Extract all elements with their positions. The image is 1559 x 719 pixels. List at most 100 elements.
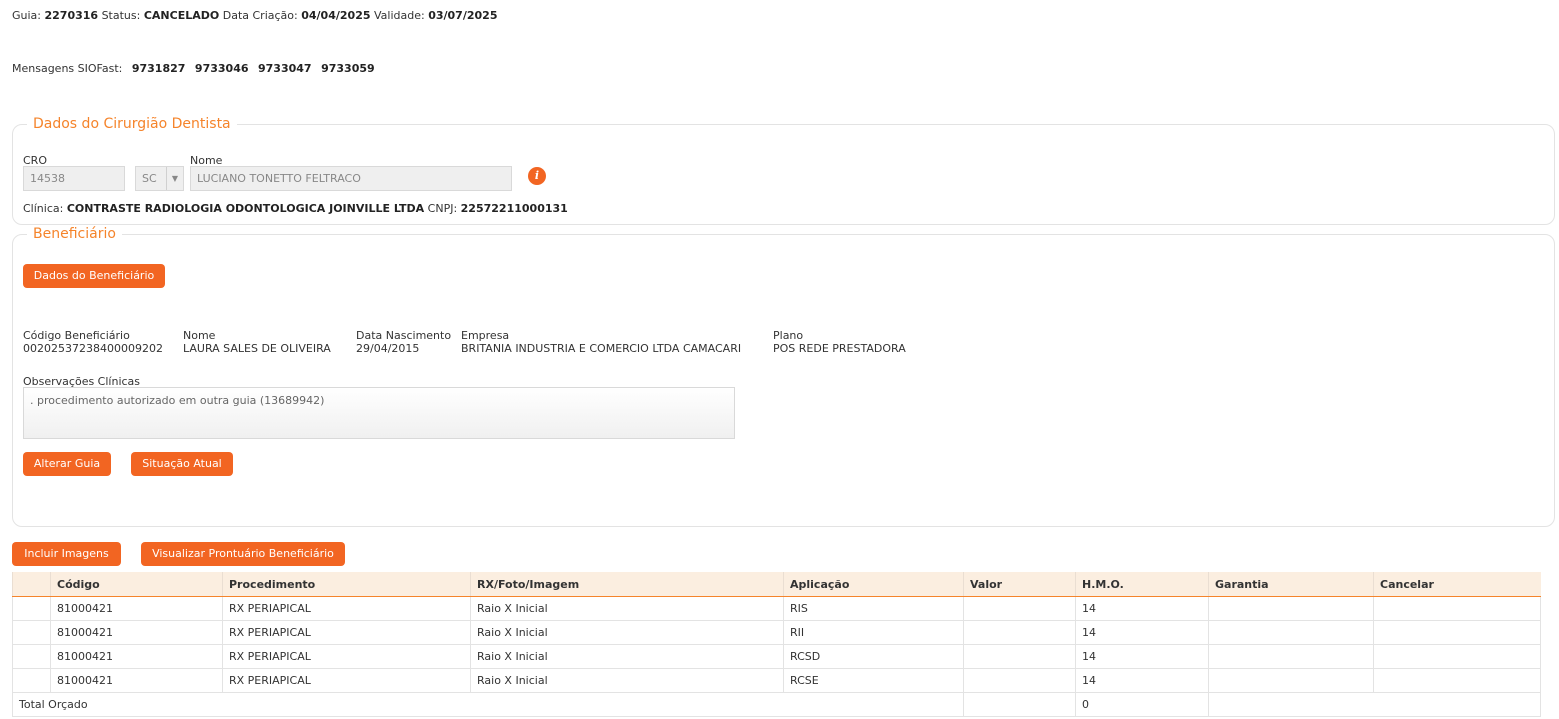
garantia-cell — [1208, 596, 1374, 621]
row-select-cell[interactable] — [12, 620, 51, 645]
empresa-value: BRITANIA INDUSTRIA E COMERCIO LTDA CAMAC… — [461, 342, 742, 355]
observacoes-textarea[interactable]: . procedimento autorizado em outra guia … — [23, 387, 735, 439]
cnpj-label: CNPJ: — [427, 202, 458, 215]
plano: Plano POS REDE PRESTADORA — [773, 329, 906, 355]
uf-select[interactable]: SC ▼ — [135, 166, 184, 191]
aplicacao-cell: RCSD — [783, 644, 964, 669]
incluir-imagens-button[interactable]: Incluir Imagens — [12, 542, 121, 566]
mensagens-label: Mensagens SIOFast: — [12, 62, 123, 75]
procedimento-cell: RX PERIAPICAL — [222, 644, 471, 669]
dentista-legend: Dados do Cirurgião Dentista — [33, 116, 231, 132]
mensagem-item[interactable]: 9733059 — [321, 62, 375, 75]
valor-cell — [963, 620, 1076, 645]
uf-value: SC — [142, 172, 157, 185]
validade-label: Validade: — [374, 9, 425, 22]
guia-label: Guia: — [12, 9, 41, 22]
garantia-cell — [1208, 668, 1374, 693]
codigo-beneficiario: Código Beneficiário 00202537238400009202 — [23, 329, 163, 355]
nome-beneficiario: Nome LAURA SALES DE OLIVEIRA — [183, 329, 331, 355]
col-header-select — [12, 572, 51, 597]
row-select-cell[interactable] — [12, 596, 51, 621]
procedimento-cell: RX PERIAPICAL — [222, 596, 471, 621]
hmo-cell: 14 — [1075, 668, 1209, 693]
plano-label: Plano — [773, 329, 804, 342]
beneficiario-legend: Beneficiário — [33, 226, 116, 242]
rx-cell: Raio X Inicial — [470, 620, 784, 645]
validade-value: 03/07/2025 — [428, 9, 498, 22]
beneficiario-section: Beneficiário — [12, 226, 1555, 527]
codigo-cell: 81000421 — [50, 620, 223, 645]
cro-field[interactable]: 14538 — [23, 166, 125, 191]
table-row: 81000421 RX PERIAPICAL Raio X Inicial RC… — [12, 668, 1541, 693]
rx-cell: Raio X Inicial — [470, 596, 784, 621]
valor-cell — [963, 596, 1076, 621]
codigo-beneficiario-label: Código Beneficiário — [23, 329, 130, 342]
cancelar-cell[interactable] — [1373, 620, 1541, 645]
mensagens-line: Mensagens SIOFast: 9731827 9733046 97330… — [12, 62, 375, 75]
visualizar-prontuario-button[interactable]: Visualizar Prontuário Beneficiário — [141, 542, 345, 566]
cancelar-cell[interactable] — [1373, 644, 1541, 669]
status-label: Status: — [101, 9, 141, 22]
hmo-cell: 14 — [1075, 644, 1209, 669]
table-row: 81000421 RX PERIAPICAL Raio X Inicial RI… — [12, 620, 1541, 645]
criacao-value: 04/04/2025 — [301, 9, 371, 22]
cnpj-value: 22572211000131 — [460, 202, 568, 215]
total-valor-cell — [963, 692, 1076, 717]
valor-cell — [963, 668, 1076, 693]
total-empty-cell — [1208, 692, 1541, 717]
rx-cell: Raio X Inicial — [470, 668, 784, 693]
nome-beneficiario-value: LAURA SALES DE OLIVEIRA — [183, 342, 331, 355]
clinica-line: Clínica: CONTRASTE RADIOLOGIA ODONTOLOGI… — [23, 202, 568, 215]
garantia-cell — [1208, 620, 1374, 645]
procedimento-cell: RX PERIAPICAL — [222, 620, 471, 645]
mensagem-item[interactable]: 9731827 — [132, 62, 186, 75]
status-value: CANCELADO — [143, 9, 220, 22]
codigo-cell: 81000421 — [50, 644, 223, 669]
table-header-row: Código Procedimento RX/Foto/Imagem Aplic… — [12, 572, 1541, 597]
guia-status-line: Guia: 2270316 Status: CANCELADO Data Cri… — [12, 9, 497, 22]
col-header-procedimento: Procedimento — [222, 572, 471, 597]
table-row: 81000421 RX PERIAPICAL Raio X Inicial RI… — [12, 596, 1541, 621]
dados-beneficiario-button[interactable]: Dados do Beneficiário — [23, 264, 165, 288]
plano-value: POS REDE PRESTADORA — [773, 342, 906, 355]
mensagem-item[interactable]: 9733047 — [258, 62, 312, 75]
clinica-value: CONTRASTE RADIOLOGIA ODONTOLOGICA JOINVI… — [66, 202, 425, 215]
total-row: Total Orçado 0 — [12, 692, 1541, 717]
aplicacao-cell: RIS — [783, 596, 964, 621]
row-select-cell[interactable] — [12, 668, 51, 693]
total-hmo: 0 — [1075, 692, 1209, 717]
clinica-label: Clínica: — [23, 202, 64, 215]
data-nascimento: Data Nascimento 29/04/2015 — [356, 329, 451, 355]
col-header-hmo: H.M.O. — [1075, 572, 1209, 597]
cancelar-cell[interactable] — [1373, 668, 1541, 693]
aplicacao-cell: RCSE — [783, 668, 964, 693]
empresa: Empresa BRITANIA INDUSTRIA E COMERCIO LT… — [461, 329, 741, 355]
codigo-beneficiario-value: 00202537238400009202 — [23, 342, 163, 355]
aplicacao-cell: RII — [783, 620, 964, 645]
col-header-rx: RX/Foto/Imagem — [470, 572, 784, 597]
row-select-cell[interactable] — [12, 644, 51, 669]
guia-number: 2270316 — [44, 9, 99, 22]
data-nascimento-value: 29/04/2015 — [356, 342, 420, 355]
nome-beneficiario-label: Nome — [183, 329, 216, 342]
total-label: Total Orçado — [12, 692, 964, 717]
col-header-aplicacao: Aplicação — [783, 572, 964, 597]
mensagem-item[interactable]: 9733046 — [195, 62, 249, 75]
hmo-cell: 14 — [1075, 620, 1209, 645]
nome-dentista-field[interactable]: LUCIANO TONETTO FELTRACO — [190, 166, 512, 191]
col-header-garantia: Garantia — [1208, 572, 1374, 597]
garantia-cell — [1208, 644, 1374, 669]
info-icon[interactable]: i — [528, 167, 546, 185]
procedimento-cell: RX PERIAPICAL — [222, 668, 471, 693]
alterar-guia-button[interactable]: Alterar Guia — [23, 452, 111, 476]
valor-cell — [963, 644, 1076, 669]
situacao-atual-button[interactable]: Situação Atual — [131, 452, 233, 476]
col-header-codigo: Código — [50, 572, 223, 597]
data-nascimento-label: Data Nascimento — [356, 329, 452, 342]
col-header-cancelar: Cancelar — [1373, 572, 1541, 597]
codigo-cell: 81000421 — [50, 596, 223, 621]
col-header-valor: Valor — [963, 572, 1076, 597]
cancelar-cell[interactable] — [1373, 596, 1541, 621]
procedimentos-table: Código Procedimento RX/Foto/Imagem Aplic… — [12, 572, 1541, 717]
table-row: 81000421 RX PERIAPICAL Raio X Inicial RC… — [12, 644, 1541, 669]
